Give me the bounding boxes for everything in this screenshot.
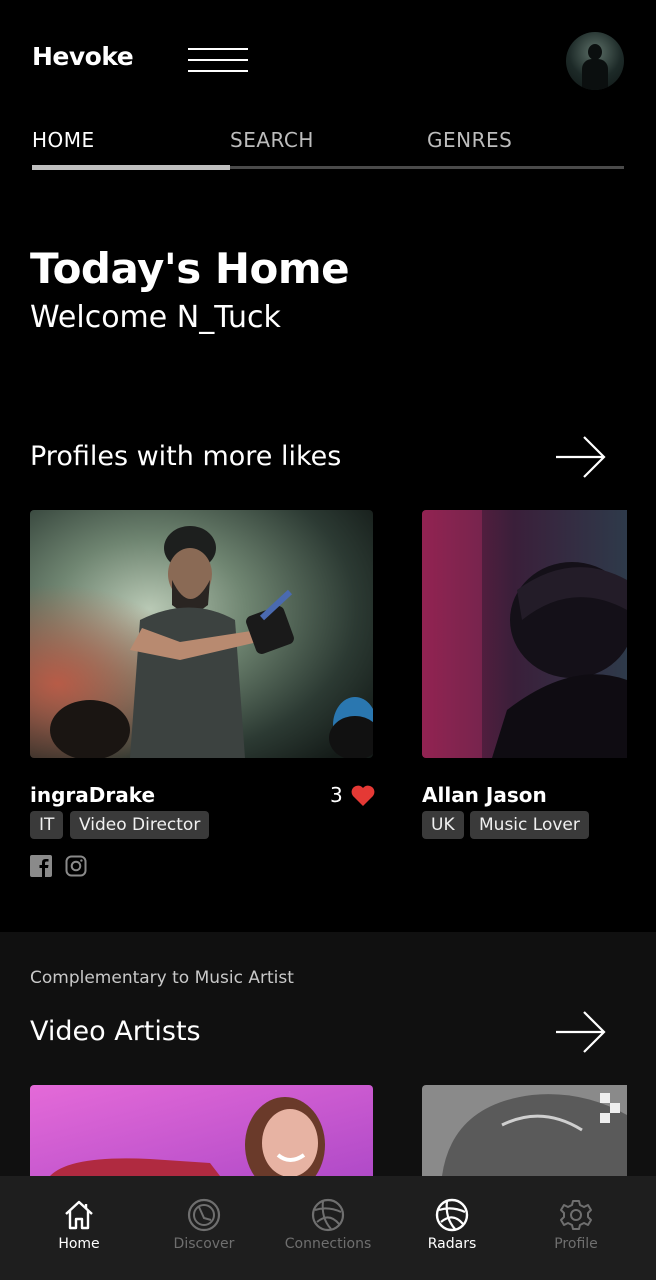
radars-icon (435, 1198, 469, 1232)
profile-card-image[interactable] (422, 510, 627, 758)
tab-search[interactable]: SEARCH (230, 128, 314, 152)
connections-icon (311, 1198, 345, 1232)
menu-icon[interactable] (188, 48, 248, 74)
artist-card-image[interactable] (30, 1085, 373, 1176)
likes-count[interactable]: 3 (330, 783, 375, 807)
nav-label: Radars (427, 1236, 477, 1252)
nav-label: Profile (554, 1236, 598, 1252)
arrow-right-icon[interactable] (554, 1009, 608, 1055)
arrow-right-icon[interactable] (554, 434, 608, 480)
profile-card-image[interactable] (30, 510, 373, 758)
profile-tag: Music Lover (470, 811, 589, 839)
nav-label: Discover (173, 1236, 235, 1252)
profile-name[interactable]: ingraDrake (30, 783, 155, 807)
nav-radars[interactable]: Radars (387, 1176, 517, 1280)
page-title: Today's Home (30, 244, 350, 293)
tab-bar: HOME SEARCH GENRES (32, 124, 624, 172)
section-title-liked: Profiles with more likes (30, 441, 342, 472)
app-header: Hevoke (0, 0, 656, 110)
nav-connections[interactable]: Connections (263, 1176, 393, 1280)
nav-home[interactable]: Home (14, 1176, 144, 1280)
nav-profile[interactable]: Profile (511, 1176, 641, 1280)
welcome-text: Welcome N_Tuck (30, 300, 281, 335)
app-logo[interactable]: Hevoke (32, 42, 134, 71)
section-title-video: Video Artists (30, 1016, 201, 1047)
gear-icon (560, 1200, 592, 1230)
artist-card-image[interactable] (422, 1085, 627, 1176)
nav-label: Home (58, 1236, 100, 1252)
bottom-nav: Home Discover Connections Radars Profile (0, 1176, 656, 1280)
tab-indicator (32, 165, 230, 170)
heart-icon[interactable] (351, 785, 375, 806)
tab-home[interactable]: HOME (32, 128, 95, 152)
tab-genres[interactable]: GENRES (427, 128, 512, 152)
nav-discover[interactable]: Discover (139, 1176, 269, 1280)
profile-name[interactable]: Allan Jason (422, 783, 547, 807)
profile-tag: Video Director (70, 811, 210, 839)
section-subtitle: Complementary to Music Artist (30, 968, 294, 988)
home-icon (65, 1200, 93, 1230)
profile-tag: UK (422, 811, 464, 839)
instagram-icon[interactable] (65, 855, 87, 877)
profile-tag: IT (30, 811, 64, 839)
discover-icon (187, 1198, 221, 1232)
facebook-icon[interactable] (30, 855, 52, 877)
avatar[interactable] (566, 32, 624, 90)
nav-label: Connections (284, 1236, 372, 1252)
likes-value: 3 (330, 783, 343, 807)
